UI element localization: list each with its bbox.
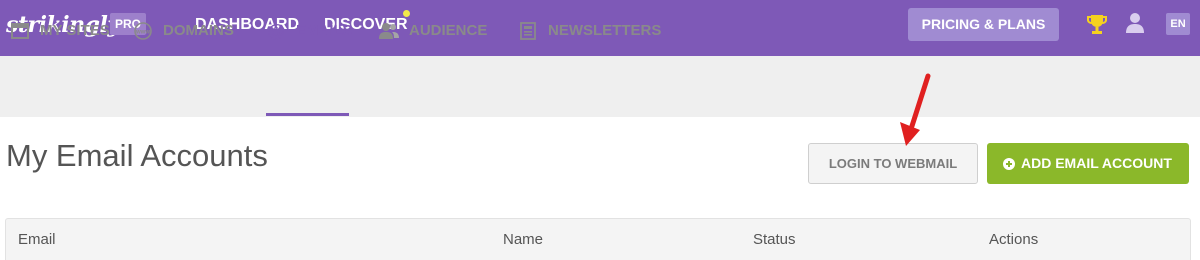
email-accounts-table-header: Email Name Status Actions — [5, 218, 1191, 260]
tab-label: MY SITES — [40, 22, 110, 39]
users-icon — [379, 22, 399, 39]
tab-newsletters[interactable]: NEWSLETTERS — [518, 0, 661, 61]
column-header-email: Email — [18, 231, 56, 248]
at-sign-icon: @ — [267, 22, 285, 40]
column-header-status: Status — [753, 231, 796, 248]
tab-domains[interactable]: www DOMAINS — [133, 0, 234, 61]
page-title: My Email Accounts — [6, 138, 268, 173]
column-header-actions: Actions — [989, 231, 1039, 248]
browser-window-icon — [11, 22, 29, 39]
plus-circle-icon — [1003, 157, 1015, 170]
tab-label: AUDIENCE — [409, 22, 488, 39]
add-email-account-button[interactable]: ADD EMAIL ACCOUNT — [987, 143, 1189, 184]
tab-emails[interactable]: @ EMAILS — [266, 0, 353, 61]
tab-label: EMAILS — [296, 22, 353, 39]
svg-text:@: @ — [267, 22, 285, 40]
tab-label: NEWSLETTERS — [548, 22, 662, 39]
annotation-arrow-icon — [900, 73, 931, 146]
language-selector[interactable]: EN — [1166, 13, 1190, 35]
column-header-name: Name — [503, 231, 544, 248]
add-email-account-label: ADD EMAIL ACCOUNT — [1021, 155, 1172, 171]
trophy-icon[interactable] — [1087, 13, 1107, 35]
tab-audience[interactable]: AUDIENCE — [379, 0, 487, 61]
active-tab-indicator — [266, 113, 349, 116]
pricing-plans-button[interactable]: PRICING & PLANS — [908, 8, 1059, 41]
tab-label: DOMAINS — [163, 22, 234, 39]
svg-text:www: www — [135, 29, 150, 35]
newsletter-icon — [520, 21, 536, 40]
www-globe-icon: www — [134, 21, 152, 40]
section-tabs — [0, 56, 1200, 117]
tab-my-sites[interactable]: MY SITES — [10, 0, 110, 61]
user-avatar-icon[interactable] — [1125, 12, 1145, 34]
